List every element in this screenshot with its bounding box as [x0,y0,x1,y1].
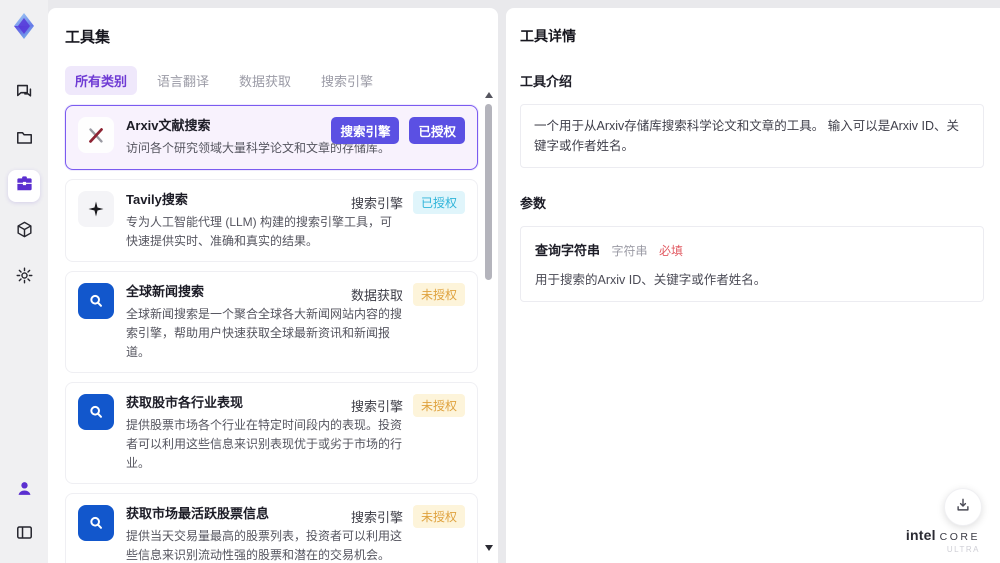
sidebar-collapse-toggle[interactable] [8,519,40,551]
parameter-item: 查询字符串 字符串 必填 用于搜索的Arxiv ID、关键字或作者姓名。 [520,226,984,302]
intro-heading: 工具介绍 [520,74,573,89]
tab-search-engine[interactable]: 搜索引擎 [311,66,383,95]
folder-icon [15,128,34,152]
settings-icon [15,266,34,290]
sidebar-item-tools[interactable] [8,170,40,202]
category-badge: 搜索引擎 [350,195,403,211]
panel-toggle-icon [15,523,34,547]
stock-search-icon [78,505,114,542]
detail-panel-title: 工具详情 [520,28,576,44]
tab-language-translation[interactable]: 语言翻译 [147,66,219,95]
intel-brand-text: intel [905,526,936,543]
scrollbar-thumb[interactable] [485,104,492,280]
sidebar-item-settings[interactable] [8,262,40,294]
sidebar [0,0,48,563]
category-badge: 搜索引擎 [350,399,403,415]
avatar-icon [15,479,34,503]
download-button[interactable] [944,488,982,526]
tool-card-active-stocks[interactable]: 获取市场最活跃股票信息 提供当天交易量最高的股票列表，投资者可以利用这些信息来识… [65,493,478,563]
category-badge: 搜索引擎 [331,117,400,144]
parameter-type: 字符串 [611,244,648,258]
parameter-required-badge: 必填 [658,244,683,258]
stock-search-icon [78,394,114,431]
sidebar-item-files[interactable] [8,124,40,156]
tool-list: Arxiv文献搜索 访问各个研究领域大量科学论文和文章的存储库。 搜索引擎 已授… [65,105,478,563]
parameter-description: 用于搜索的Arxiv ID、关键字或作者姓名。 [535,273,767,287]
params-heading: 参数 [520,196,547,211]
list-scrollbar [484,92,493,551]
auth-status-badge: 未授权 [412,394,465,418]
auth-status-badge: 已授权 [412,190,465,214]
scroll-up-arrow-icon[interactable] [485,92,493,98]
chat-icon [15,82,34,106]
sidebar-bottom [8,475,40,551]
auth-status-badge: 未授权 [412,283,465,307]
arxiv-logo-icon [78,117,114,153]
cube-icon [15,220,34,244]
app-logo-icon [8,10,40,42]
intel-product-text: core [939,530,980,543]
category-badge: 搜索引擎 [350,510,403,526]
category-badge: 数据获取 [350,288,403,304]
download-icon [954,496,972,519]
tool-list-panel: 工具集 所有类别 语言翻译 数据获取 搜索引擎 Arxiv文献搜索 访问各个研究… [48,8,498,563]
intel-core-logo: intel core Ultra [906,527,980,555]
tool-card-tavily[interactable]: Tavily搜索 专为人工智能代理 (LLM) 构建的搜索引擎工具，可快速提供实… [65,178,478,263]
intel-tier-text: Ultra [946,545,980,555]
tool-card-arxiv[interactable]: Arxiv文献搜索 访问各个研究领域大量科学论文和文章的存储库。 搜索引擎 已授… [65,105,478,170]
tool-detail-panel: 工具详情 工具介绍 一个用于从Arxiv存储库搜索科学论文和文章的工具。 输入可… [506,8,1000,563]
auth-status-badge: 未授权 [412,505,465,529]
tool-description: 全球新闻搜索是一个聚合全球各大新闻网站内容的搜索引擎，帮助用户快速获取全球最新资… [126,307,403,359]
auth-status-badge: 已授权 [409,117,465,144]
parameter-name: 查询字符串 [535,243,601,258]
sidebar-item-chat[interactable] [8,78,40,110]
tool-card-stock-sectors[interactable]: 获取股市各行业表现 提供股票市场各个行业在特定时间段内的表现。投资者可以利用这些… [65,382,478,485]
sidebar-nav [8,78,40,294]
news-search-icon [78,283,114,320]
scroll-down-arrow-icon[interactable] [485,545,493,551]
page-title: 工具集 [65,29,111,46]
tool-description: 提供股票市场各个行业在特定时间段内的表现。投资者可以利用这些信息来识别表现优于或… [126,418,403,470]
sidebar-item-account[interactable] [8,475,40,507]
tool-card-global-news[interactable]: 全球新闻搜索 全球新闻搜索是一个聚合全球各大新闻网站内容的搜索引擎，帮助用户快速… [65,271,478,374]
toolbox-icon [15,174,34,198]
tool-description: 专为人工智能代理 (LLM) 构建的搜索引擎工具，可快速提供实时、准确和真实的结… [126,214,393,248]
tavily-star-icon [78,190,114,227]
tool-intro-box: 一个用于从Arxiv存储库搜索科学论文和文章的工具。 输入可以是Arxiv ID… [520,104,984,168]
tool-description: 提供当天交易量最高的股票列表，投资者可以利用这些信息来识别流动性强的股票和潜在的… [126,529,403,562]
tab-all-categories[interactable]: 所有类别 [65,66,138,95]
category-tabs: 所有类别 语言翻译 数据获取 搜索引擎 [65,66,478,95]
sidebar-item-models[interactable] [8,216,40,248]
tab-data-fetch[interactable]: 数据获取 [229,66,301,95]
